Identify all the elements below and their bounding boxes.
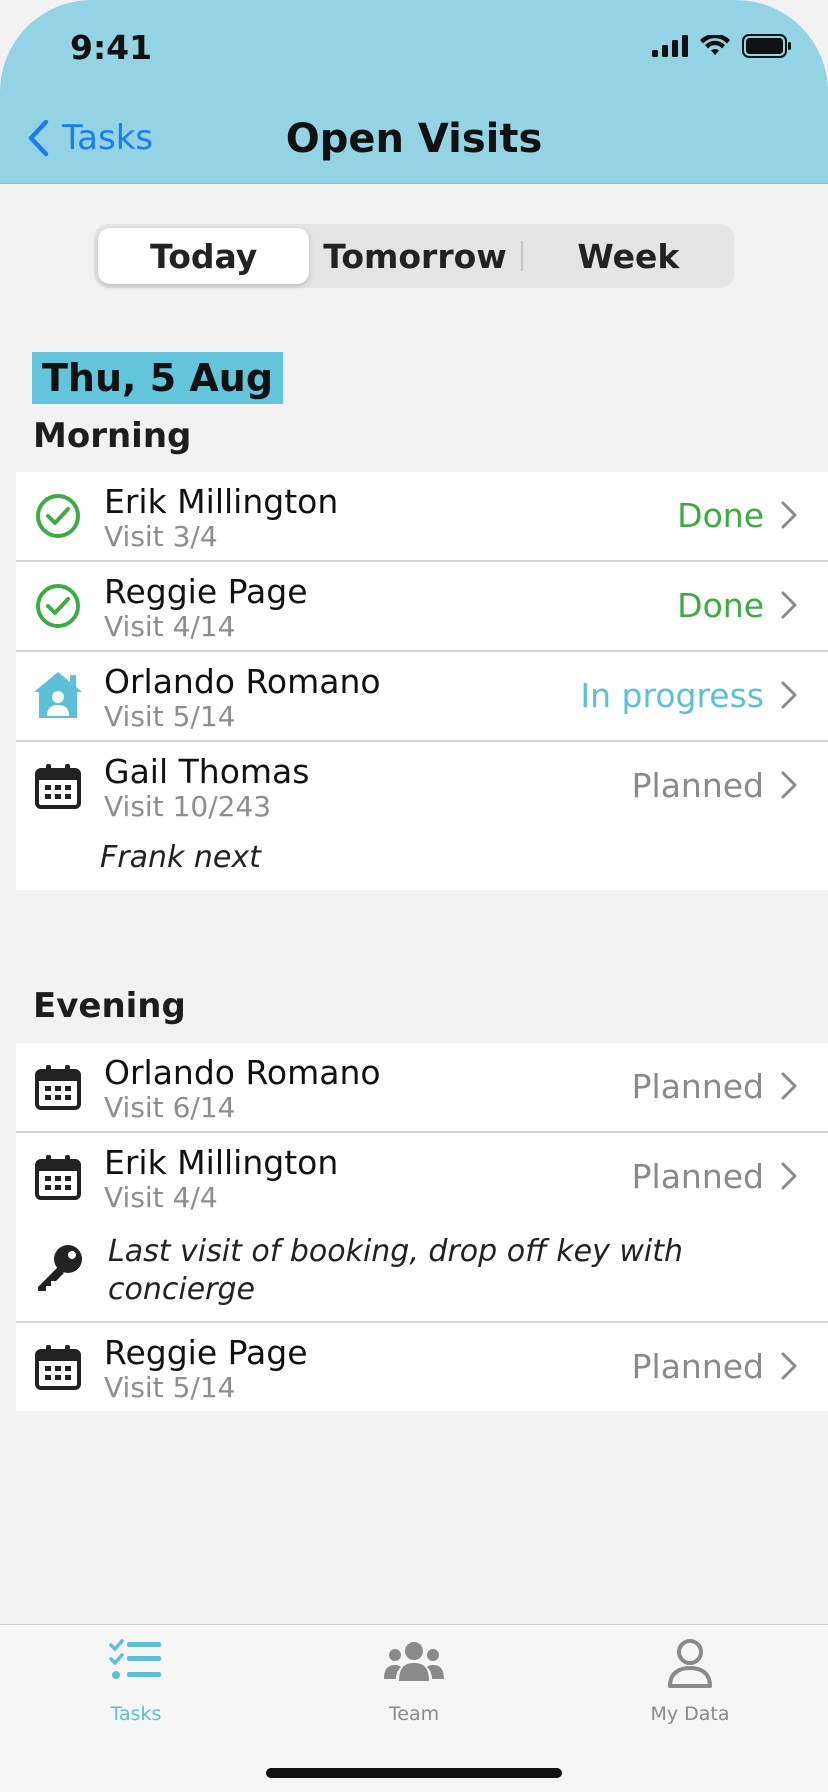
date-heading: Thu, 5 Aug xyxy=(32,352,284,404)
section-title-morning: Morning xyxy=(33,416,192,456)
header-bar: 9:41 Tasks Open Visits xyxy=(0,0,828,184)
client-name: Orlando Romano xyxy=(104,662,381,701)
chevron-right-icon xyxy=(781,1352,797,1380)
visit-note: Frank next xyxy=(100,840,261,875)
check-circle-icon xyxy=(36,584,80,628)
calendar-icon xyxy=(35,1345,81,1390)
visit-status: Planned xyxy=(631,1157,764,1196)
client-name: Gail Thomas xyxy=(104,752,310,791)
calendar-icon xyxy=(35,764,81,809)
tab-label-team: Team xyxy=(388,1703,440,1725)
chevron-right-icon xyxy=(781,771,797,799)
client-name: Reggie Page xyxy=(104,1333,308,1372)
chevron-right-icon xyxy=(781,1072,797,1100)
visit-row[interactable]: Erik Millington Visit 4/4 Planned Last v… xyxy=(16,1133,828,1323)
tab-label-tasks: Tasks xyxy=(110,1703,162,1725)
visit-row[interactable]: Gail Thomas Visit 10/243 Planned Frank n… xyxy=(16,742,828,890)
visit-status: Done xyxy=(677,496,764,535)
segment-tomorrow[interactable]: Tomorrow xyxy=(309,228,520,284)
client-name: Reggie Page xyxy=(104,572,308,611)
visit-number: Visit 4/4 xyxy=(104,1181,218,1214)
visit-status: In progress xyxy=(580,676,764,715)
visit-status: Planned xyxy=(631,766,764,805)
visit-number: Visit 4/14 xyxy=(104,610,236,643)
tab-tasks[interactable]: Tasks xyxy=(36,1625,236,1725)
chevron-right-icon xyxy=(781,591,797,619)
segment-today[interactable]: Today xyxy=(98,228,310,284)
visit-status: Planned xyxy=(631,1067,764,1106)
client-name: Orlando Romano xyxy=(104,1053,381,1092)
visit-number: Visit 6/14 xyxy=(104,1091,236,1124)
tab-label-my-data: My Data xyxy=(650,1703,730,1725)
visit-number: Visit 5/14 xyxy=(104,700,236,733)
tab-team[interactable]: Team xyxy=(314,1625,514,1725)
signal-icon xyxy=(652,35,688,57)
visit-status: Planned xyxy=(631,1347,764,1386)
visit-status: Done xyxy=(677,586,764,625)
section-title-evening: Evening xyxy=(33,986,186,1026)
status-icons xyxy=(652,34,792,58)
wifi-icon xyxy=(700,35,730,55)
day-segmented-control: Today Tomorrow Week xyxy=(94,224,734,288)
person-icon xyxy=(668,1639,712,1688)
visit-row[interactable]: Erik Millington Visit 3/4 Done xyxy=(16,472,828,562)
chevron-right-icon xyxy=(781,501,797,529)
morning-visit-list: Erik Millington Visit 3/4 Done Reggie Pa… xyxy=(16,472,828,890)
chevron-right-icon xyxy=(781,681,797,709)
calendar-icon xyxy=(35,1065,81,1110)
visit-number: Visit 5/14 xyxy=(104,1371,236,1404)
calendar-icon xyxy=(35,1155,81,1200)
visit-row[interactable]: Orlando Romano Visit 5/14 In progress xyxy=(16,652,828,742)
battery-icon xyxy=(742,34,791,58)
team-icon xyxy=(384,1642,444,1681)
house-person-icon xyxy=(34,672,82,718)
segment-week[interactable]: Week xyxy=(523,228,734,284)
evening-visit-list: Orlando Romano Visit 6/14 Planned Erik M… xyxy=(16,1043,828,1411)
visit-number: Visit 10/243 xyxy=(104,790,272,823)
visit-row[interactable]: Orlando Romano Visit 6/14 Planned xyxy=(16,1043,828,1133)
screen: 9:41 Tasks Open Visits Today Tomorrow We… xyxy=(0,0,828,1792)
tab-bar: Tasks Team My Data xyxy=(0,1624,828,1792)
client-name: Erik Millington xyxy=(104,1143,339,1182)
visit-row[interactable]: Reggie Page Visit 4/14 Done xyxy=(16,562,828,652)
visit-note: Last visit of booking, drop off key with… xyxy=(108,1234,684,1307)
visit-number: Visit 3/4 xyxy=(104,520,218,553)
page-title: Open Visits xyxy=(285,116,543,162)
status-time: 9:41 xyxy=(70,28,153,67)
tasks-list-icon xyxy=(109,1639,161,1679)
tab-my-data[interactable]: My Data xyxy=(590,1625,790,1725)
key-icon xyxy=(38,1245,82,1291)
chevron-right-icon xyxy=(781,1162,797,1190)
client-name: Erik Millington xyxy=(104,482,339,521)
check-circle-icon xyxy=(36,494,80,538)
visit-row[interactable]: Reggie Page Visit 5/14 Planned xyxy=(16,1323,828,1411)
home-indicator xyxy=(266,1768,562,1778)
